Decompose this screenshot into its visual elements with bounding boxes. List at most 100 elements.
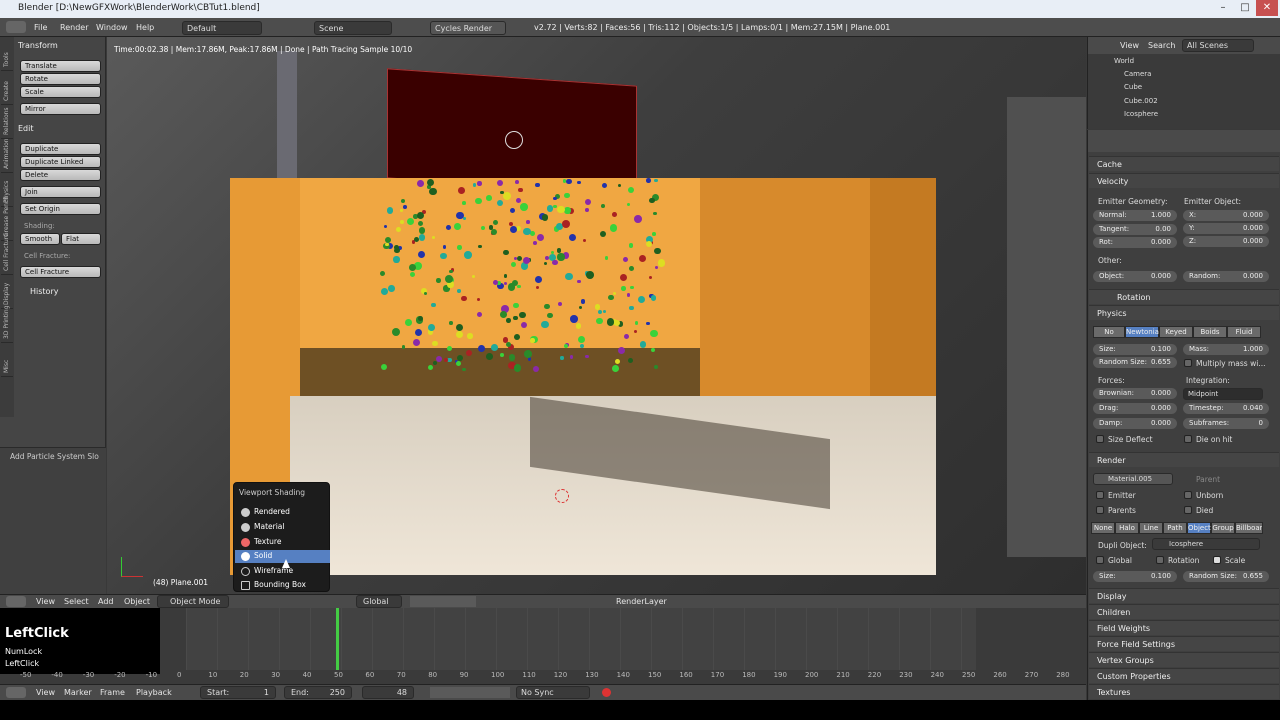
- render-halo-button[interactable]: Halo: [1115, 522, 1139, 534]
- panel-display[interactable]: Display: [1089, 588, 1279, 603]
- layers-grid[interactable]: [410, 596, 476, 607]
- physics-fluid-button[interactable]: Fluid: [1227, 326, 1261, 338]
- render-group-button[interactable]: Group: [1211, 522, 1235, 534]
- history-header[interactable]: History: [30, 287, 58, 296]
- operator-title[interactable]: Add Particle System Slo: [10, 452, 99, 461]
- physics-keyed-button[interactable]: Keyed: [1159, 326, 1193, 338]
- size-field[interactable]: Size: 0.100: [1093, 344, 1177, 355]
- current-frame-field[interactable]: 48: [362, 686, 414, 699]
- tab-tools[interactable]: Tools: [1, 37, 13, 71]
- panel-vertex-groups[interactable]: Vertex Groups: [1089, 652, 1279, 667]
- mass-field[interactable]: Mass: 1.000: [1183, 344, 1269, 355]
- render-engine-select[interactable]: Cycles Render: [430, 21, 506, 35]
- menu-select[interactable]: Select: [64, 597, 89, 606]
- died-checkbox[interactable]: [1184, 506, 1192, 514]
- panel-custom-properties[interactable]: Custom Properties: [1089, 668, 1279, 683]
- duplicate-linked-button[interactable]: Duplicate Linked: [20, 156, 101, 168]
- record-icon[interactable]: [602, 688, 611, 697]
- size-deflect-checkbox[interactable]: [1096, 435, 1104, 443]
- flat-button[interactable]: Flat: [61, 233, 101, 245]
- panel-textures[interactable]: Textures: [1089, 684, 1279, 699]
- rotation-checkbox[interactable]: [1156, 556, 1164, 564]
- scene-field[interactable]: Scene: [314, 21, 392, 35]
- panel-rotation[interactable]: Rotation: [1089, 289, 1279, 304]
- render-line-button[interactable]: Line: [1139, 522, 1163, 534]
- tab-create[interactable]: Create: [1, 71, 13, 105]
- duplicate-button[interactable]: Duplicate: [20, 143, 101, 155]
- die-on-hit-checkbox[interactable]: [1184, 435, 1192, 443]
- menu-view[interactable]: View: [36, 597, 55, 606]
- smooth-button[interactable]: Smooth: [20, 233, 60, 245]
- outliner-search-menu[interactable]: Search: [1148, 41, 1175, 50]
- translate-button[interactable]: Translate: [20, 60, 101, 72]
- timeline-frames[interactable]: [186, 608, 976, 670]
- dupli-size-field[interactable]: Size: 0.100: [1093, 571, 1177, 582]
- shading-material[interactable]: Material: [235, 521, 330, 534]
- random-velocity-field[interactable]: Random: 0.000: [1183, 271, 1269, 282]
- tab-relations[interactable]: Relations: [1, 105, 13, 139]
- panel-physics[interactable]: Physics: [1089, 305, 1279, 320]
- close-button[interactable]: ✕: [1256, 0, 1278, 16]
- x-field[interactable]: X: 0.000: [1183, 210, 1269, 221]
- timeline[interactable]: LeftClick NumLock LeftClick -50 -40 -30 -20…: [0, 608, 1086, 684]
- y-field[interactable]: Y: 0.000: [1183, 223, 1269, 234]
- screen-layout-field[interactable]: Default: [182, 21, 262, 35]
- shading-texture[interactable]: Texture: [235, 536, 330, 549]
- set-origin-button[interactable]: Set Origin: [20, 203, 101, 215]
- playback-controls[interactable]: [430, 687, 510, 698]
- shading-rendered[interactable]: Rendered: [235, 506, 330, 519]
- outliner-item-cube002[interactable]: Cube.002: [1124, 97, 1280, 109]
- menu-object[interactable]: Object: [124, 597, 150, 606]
- menu-window[interactable]: Window: [96, 23, 128, 32]
- tab-cell-fracture[interactable]: Cell Fracture: [1, 233, 13, 275]
- unborn-checkbox[interactable]: [1184, 491, 1192, 499]
- physics-boids-button[interactable]: Boids: [1193, 326, 1227, 338]
- menu-render[interactable]: Render: [60, 23, 88, 32]
- panel-children[interactable]: Children: [1089, 604, 1279, 619]
- menu-add[interactable]: Add: [98, 597, 114, 606]
- outliner-item-world[interactable]: World: [1114, 57, 1280, 69]
- global-checkbox[interactable]: [1096, 556, 1104, 564]
- rotate-button[interactable]: Rotate: [20, 73, 101, 85]
- dupli-random-size-field[interactable]: Random Size: 0.655: [1183, 571, 1269, 582]
- parents-checkbox[interactable]: [1096, 506, 1104, 514]
- shading-bounding-box[interactable]: Bounding Box: [235, 579, 330, 592]
- outliner-item-cube[interactable]: Cube: [1124, 83, 1280, 95]
- properties-context-tabs[interactable]: [1088, 130, 1280, 152]
- z-field[interactable]: Z: 0.000: [1183, 236, 1269, 247]
- scale-button[interactable]: Scale: [20, 86, 101, 98]
- random-size-field[interactable]: Random Size: 0.655: [1093, 357, 1177, 368]
- material-select[interactable]: Material.005: [1093, 473, 1173, 485]
- maximize-button[interactable]: □: [1234, 0, 1256, 16]
- physics-newtonian-button[interactable]: Newtonian: [1125, 326, 1163, 338]
- minimize-button[interactable]: –: [1212, 0, 1234, 16]
- panel-field-weights[interactable]: Field Weights: [1089, 620, 1279, 635]
- menu-file[interactable]: File: [34, 23, 47, 32]
- object-velocity-field[interactable]: Object: 0.000: [1093, 271, 1177, 282]
- render-object-button[interactable]: Object: [1187, 522, 1211, 534]
- render-layer-label[interactable]: RenderLayer: [616, 597, 667, 606]
- editor-type-icon[interactable]: [6, 21, 26, 33]
- menu-playback[interactable]: Playback: [136, 688, 172, 697]
- outliner-item-camera[interactable]: Camera: [1124, 70, 1280, 82]
- outliner-display-select[interactable]: All Scenes: [1182, 39, 1254, 52]
- integration-select[interactable]: Midpoint: [1183, 388, 1263, 400]
- tab-display[interactable]: Display: [1, 275, 13, 309]
- panel-force-field-settings[interactable]: Force Field Settings: [1089, 636, 1279, 651]
- sync-select[interactable]: No Sync: [516, 686, 590, 699]
- panel-velocity[interactable]: Velocity: [1089, 173, 1279, 188]
- emitter-checkbox[interactable]: [1096, 491, 1104, 499]
- rot-field[interactable]: Rot: 0.000: [1093, 237, 1177, 248]
- multiply-mass-checkbox[interactable]: [1184, 359, 1192, 367]
- tab-animation[interactable]: Animation: [1, 138, 13, 173]
- mirror-button[interactable]: Mirror: [20, 103, 101, 115]
- menu-frame[interactable]: Frame: [100, 688, 125, 697]
- scale-checkbox[interactable]: [1213, 556, 1221, 564]
- dupli-object-field[interactable]: Icosphere: [1152, 538, 1260, 550]
- brownian-field[interactable]: Brownian: 0.000: [1093, 388, 1177, 399]
- subframes-field[interactable]: Subframes: 0: [1183, 418, 1269, 429]
- start-frame-field[interactable]: Start: 1: [200, 686, 276, 699]
- transform-header[interactable]: Transform: [18, 41, 58, 50]
- render-path-button[interactable]: Path: [1163, 522, 1187, 534]
- delete-button[interactable]: Delete: [20, 169, 101, 181]
